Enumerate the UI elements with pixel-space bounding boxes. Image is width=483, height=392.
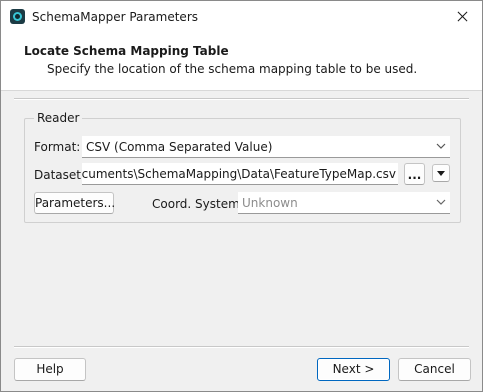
help-button[interactable]: Help [14, 358, 86, 381]
coord-system-value: Unknown [242, 196, 298, 210]
app-icon [10, 9, 25, 24]
browse-button[interactable]: ... [404, 163, 425, 185]
chevron-down-icon [436, 199, 446, 205]
cancel-button[interactable]: Cancel [398, 358, 471, 381]
top-separator [14, 98, 469, 100]
dataset-label: Dataset: [34, 168, 86, 182]
format-select[interactable]: CSV (Comma Separated Value) [82, 136, 450, 158]
dialog-window: SchemaMapper Parameters Locate Schema Ma… [0, 0, 483, 392]
triangle-down-icon [437, 171, 445, 176]
bottom-separator [14, 346, 469, 348]
title-bar[interactable]: SchemaMapper Parameters [1, 1, 482, 32]
wizard-header: Locate Schema Mapping Table Specify the … [1, 32, 482, 91]
format-label: Format: [34, 140, 81, 154]
page-title: Locate Schema Mapping Table [24, 44, 229, 58]
coord-system-label: Coord. System: [152, 197, 244, 211]
reader-group-label: Reader [34, 110, 83, 126]
chevron-down-icon [436, 143, 446, 149]
next-button[interactable]: Next > [317, 358, 390, 381]
page-subtitle: Specify the location of the schema mappi… [47, 62, 418, 76]
format-value: CSV (Comma Separated Value) [86, 140, 273, 154]
parameters-button[interactable]: Parameters... [34, 192, 115, 214]
coord-system-select[interactable]: Unknown [238, 192, 450, 214]
dataset-input[interactable]: fe\Documents\SchemaMapping\Data\FeatureT… [82, 163, 398, 185]
close-icon[interactable] [442, 1, 482, 32]
window-title: SchemaMapper Parameters [32, 10, 199, 24]
dataset-value: fe\Documents\SchemaMapping\Data\FeatureT… [82, 167, 396, 181]
dataset-menu-button[interactable] [432, 164, 450, 182]
